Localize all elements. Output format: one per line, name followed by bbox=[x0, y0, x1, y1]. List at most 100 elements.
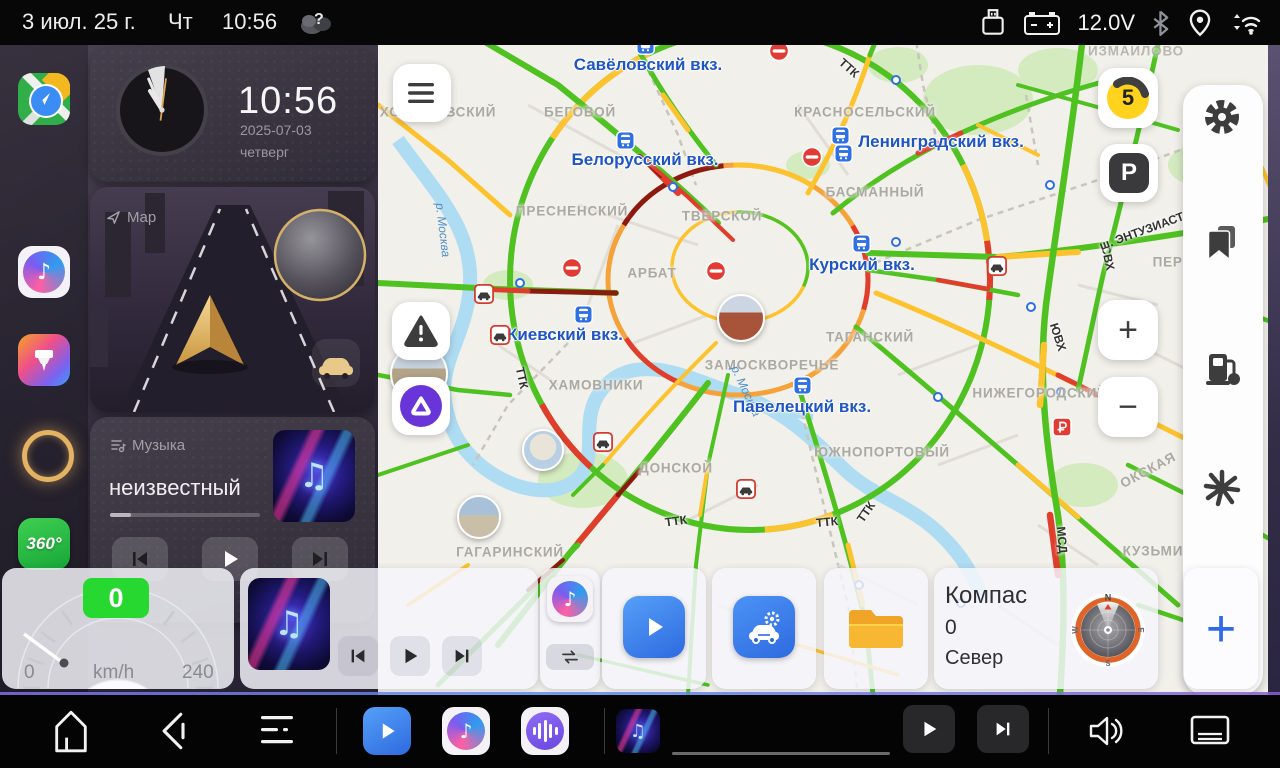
panorama-360-app-icon[interactable]: 360° bbox=[18, 518, 70, 570]
alice-icon bbox=[400, 385, 442, 427]
accident-icon bbox=[736, 479, 756, 499]
navbar-track-progress[interactable] bbox=[672, 752, 890, 755]
navbar-next-button[interactable] bbox=[977, 705, 1029, 753]
music-widget-header: Музыка bbox=[110, 437, 185, 454]
settings-gear-icon[interactable] bbox=[1202, 97, 1242, 137]
folder-app-icon[interactable] bbox=[845, 596, 907, 658]
voice-waveform-icon bbox=[526, 712, 564, 750]
alice-assistant-button[interactable] bbox=[392, 377, 450, 435]
district-label: ЮЖНОПОРТОВЫЙ bbox=[814, 445, 950, 460]
navbar-music-app-icon[interactable]: ♪ bbox=[442, 707, 490, 755]
district-label: КРАСНОСЕЛЬСКИЙ bbox=[794, 105, 936, 120]
cardinal-w: W bbox=[1071, 626, 1080, 634]
district-label: ИЗМАЙЛОВО bbox=[1088, 45, 1184, 59]
gauge-max-label: 240 bbox=[182, 662, 214, 684]
back-button[interactable] bbox=[156, 711, 190, 751]
landmark-photo[interactable] bbox=[717, 294, 765, 342]
map-widget-label: Map bbox=[127, 209, 156, 226]
fuel-station-icon[interactable] bbox=[1202, 349, 1242, 389]
laser-star-icon[interactable] bbox=[1202, 468, 1242, 508]
train-station-icon bbox=[793, 376, 812, 395]
accident-icon bbox=[593, 432, 613, 452]
weather-icon: ? bbox=[296, 8, 338, 38]
accident-icon bbox=[490, 325, 510, 345]
compass-dial: N E S W bbox=[1070, 592, 1146, 668]
mini-player-widget[interactable]: ♫ bbox=[240, 568, 538, 689]
home-button[interactable] bbox=[52, 709, 90, 753]
album-art-note-glyph: ♫ bbox=[630, 721, 646, 742]
album-art-note-glyph: ♫ bbox=[274, 604, 304, 644]
menu-button[interactable] bbox=[393, 64, 451, 122]
cardinal-e: E bbox=[1136, 627, 1145, 633]
navbar-divider bbox=[1048, 708, 1049, 754]
tasks-menu-button[interactable] bbox=[261, 715, 295, 745]
car-settings-app-icon[interactable] bbox=[733, 596, 795, 658]
add-widget-card[interactable]: + bbox=[1184, 568, 1258, 689]
status-weekday: Чт bbox=[168, 9, 193, 35]
no-entry-icon bbox=[705, 260, 727, 282]
album-art: ♫ bbox=[273, 430, 355, 522]
display-off-button[interactable] bbox=[1188, 714, 1232, 748]
wifi-icon bbox=[1230, 8, 1264, 38]
speed-readout-box: 0 bbox=[83, 578, 149, 618]
zoom-out-button[interactable]: − bbox=[1098, 377, 1158, 437]
district-label: ЗАМОСКВОРЕЧЬЕ bbox=[705, 358, 839, 373]
ring-shortcut-icon[interactable] bbox=[22, 430, 74, 482]
speed-value: 0 bbox=[108, 583, 123, 614]
player-prev-button[interactable] bbox=[338, 636, 378, 676]
zoom-in-button[interactable]: + bbox=[1098, 300, 1158, 360]
station-label: Белорусский вкз. bbox=[572, 150, 719, 170]
road-label: МСД bbox=[1054, 526, 1070, 554]
navbar-album-thumbnail[interactable]: ♫ bbox=[616, 709, 660, 753]
player-next-button[interactable] bbox=[442, 636, 482, 676]
car-settings-card[interactable] bbox=[712, 568, 816, 689]
train-station-icon bbox=[574, 305, 593, 324]
district-label: ГАГАРИНСКИЙ bbox=[456, 545, 564, 560]
map-widget[interactable]: Map bbox=[90, 187, 375, 412]
file-manager-card[interactable] bbox=[824, 568, 928, 689]
station-label: Савёловский вкз. bbox=[574, 55, 723, 75]
video-app-icon[interactable] bbox=[623, 596, 685, 658]
nav-cursor-icon bbox=[106, 210, 121, 225]
district-label: АРБАТ bbox=[627, 266, 676, 281]
station-label: Киевский вкз. bbox=[507, 325, 623, 345]
voltage-readout: 12.0V bbox=[1078, 10, 1136, 36]
parking-button[interactable]: P bbox=[1100, 144, 1158, 202]
paintbrush-icon bbox=[29, 345, 59, 375]
music-app-icon[interactable]: ♪ bbox=[18, 246, 70, 298]
road-alerts-button[interactable] bbox=[392, 302, 450, 360]
district-label: БЕГОВОЙ bbox=[544, 105, 616, 120]
compass-widget[interactable]: Компас 0 Север N E S bbox=[934, 568, 1158, 689]
status-time: 10:56 bbox=[222, 9, 277, 35]
location-icon bbox=[1187, 8, 1213, 38]
source-swap-button[interactable] bbox=[546, 644, 594, 670]
district-label: ТВЕРСКОЙ bbox=[682, 209, 762, 224]
status-bar: 3 июл. 25 г. Чт 10:56 ? 12.0V bbox=[0, 0, 1280, 45]
navbar-divider bbox=[604, 708, 605, 754]
traffic-score-button[interactable]: 5 bbox=[1098, 68, 1158, 128]
landmark-photo[interactable] bbox=[457, 495, 501, 539]
navbar-video-app-icon[interactable] bbox=[363, 707, 411, 755]
clock-widget[interactable]: 10:56 2025-07-03 четверг bbox=[90, 48, 375, 182]
music-source-app-icon[interactable]: ♪ bbox=[547, 576, 593, 622]
compass-title: Компас bbox=[945, 582, 1027, 610]
bookmarks-icon[interactable] bbox=[1202, 223, 1242, 263]
compass-direction: Север bbox=[945, 647, 1003, 670]
district-label: БАСМАННЫЙ bbox=[826, 185, 925, 200]
player-play-button[interactable] bbox=[390, 636, 430, 676]
district-label: НИЖЕГОРОДСКИЙ bbox=[972, 386, 1107, 401]
video-app-card[interactable] bbox=[602, 568, 706, 689]
car-battery-icon bbox=[1023, 9, 1061, 37]
speedometer-widget[interactable]: 0 0 km/h 240 bbox=[2, 568, 234, 689]
navbar-play-button[interactable] bbox=[903, 705, 955, 753]
track-progress[interactable] bbox=[110, 513, 260, 517]
playlist-icon bbox=[110, 438, 126, 454]
landmark-photo[interactable] bbox=[522, 429, 564, 471]
themes-app-icon[interactable] bbox=[18, 334, 70, 386]
station-label: Павелецкий вкз. bbox=[733, 397, 871, 417]
music-source-card[interactable]: ♪ bbox=[540, 568, 600, 689]
volume-button[interactable] bbox=[1085, 712, 1125, 750]
navigator-app-icon[interactable] bbox=[18, 73, 70, 125]
map-widget-header: Map bbox=[106, 209, 156, 226]
navbar-voice-app-icon[interactable] bbox=[521, 707, 569, 755]
